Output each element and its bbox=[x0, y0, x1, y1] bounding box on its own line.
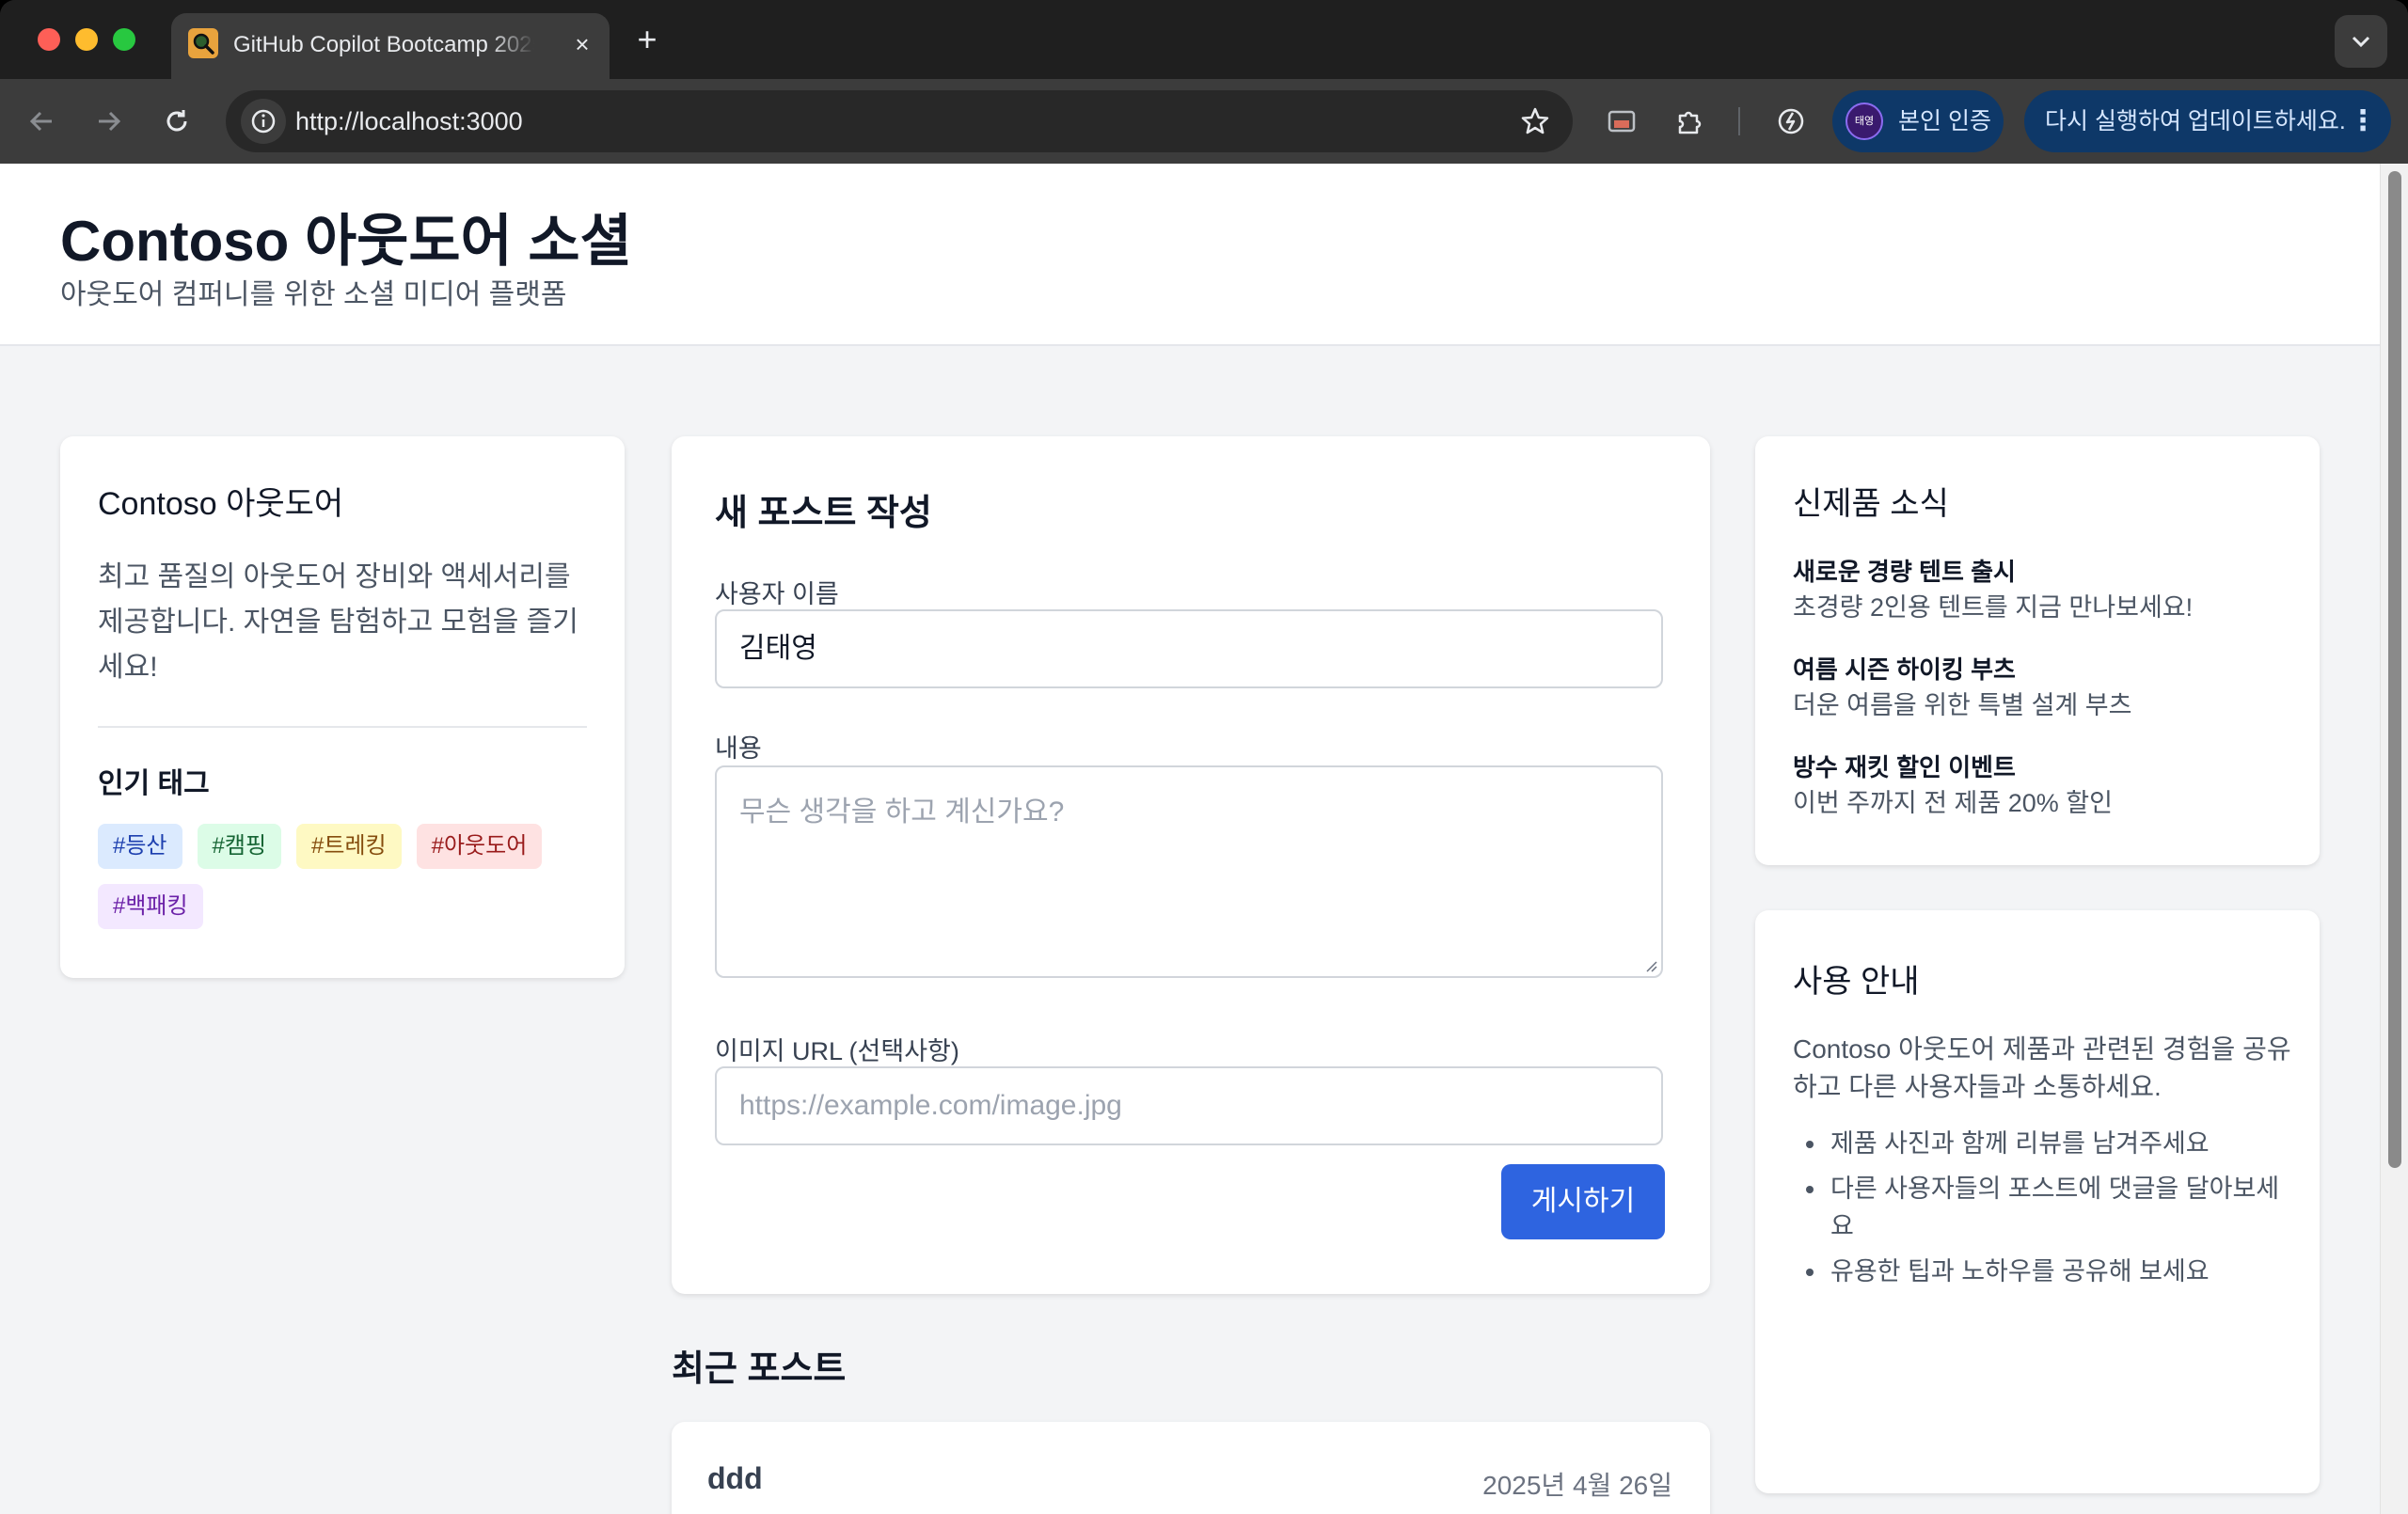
news-item-body: 더운 여름을 위한 특별 설계 부츠 bbox=[1793, 691, 2132, 719]
news-item-title: 방수 재킷 할인 이벤트 bbox=[1793, 753, 2016, 781]
chevron-down-icon[interactable] bbox=[2335, 15, 2387, 68]
username-input[interactable]: 김태영 bbox=[715, 609, 1663, 688]
toolbar-separator bbox=[1738, 107, 1740, 135]
resize-handle-icon[interactable] bbox=[1644, 959, 1657, 972]
content-textarea[interactable]: 무슨 생각을 하고 계신가요? bbox=[715, 765, 1663, 978]
star-icon[interactable] bbox=[1516, 103, 1554, 140]
scrollbar-thumb[interactable] bbox=[2388, 171, 2401, 1168]
news-item-title: 새로운 경량 텐트 출시 bbox=[1793, 558, 2016, 586]
tag-chip[interactable]: #트레킹 bbox=[296, 824, 402, 869]
tag-chip[interactable]: #백패킹 bbox=[98, 884, 203, 929]
tag-chip[interactable]: #캠핑 bbox=[197, 824, 282, 869]
browser-window: GitHub Copilot Bootcamp 2025 × + http://… bbox=[0, 0, 2408, 1514]
info-icon[interactable] bbox=[241, 99, 286, 144]
news-item-body: 이번 주까지 전 제품 20% 할인 bbox=[1793, 789, 2113, 817]
update-label: 다시 실행하여 업데이트하세요. bbox=[2045, 108, 2346, 134]
content-placeholder: 무슨 생각을 하고 계신가요? bbox=[739, 796, 1065, 828]
new-post-title: 새 포스트 작성 bbox=[715, 494, 932, 533]
recent-posts-title: 최근 포스트 bbox=[672, 1349, 847, 1389]
post-card: ddd 2025년 4월 26일 bbox=[672, 1422, 1710, 1514]
magnifier-favicon-icon bbox=[188, 28, 218, 58]
about-description: 최고 품질의 아웃도어 장비와 액세서리를 제공합니다. 자연을 탐험하고 모험… bbox=[98, 561, 578, 683]
list-item: 유용한 팁과 노하우를 공유해 보세요 bbox=[1793, 1253, 2291, 1290]
tab-title: GitHub Copilot Bootcamp 2025 bbox=[233, 32, 534, 57]
guide-card: 사용 안내 Contoso 아웃도어 제품과 관련된 경험을 공유하고 다른 사… bbox=[1755, 910, 2320, 1493]
post-username: ddd bbox=[707, 1461, 763, 1495]
tab-strip: GitHub Copilot Bootcamp 2025 × + bbox=[0, 0, 2408, 79]
news-item-body: 초경량 2인용 텐트를 지금 만나보세요! bbox=[1793, 593, 2194, 622]
divider bbox=[98, 726, 587, 728]
new-post-card: 새 포스트 작성 사용자 이름 김태영 내용 무슨 생각을 하고 계신가요? 이… bbox=[672, 436, 1710, 1294]
site-header: Contoso 아웃도어 소셜 아웃도어 컴퍼니를 위한 소셜 미디어 플랫폼 bbox=[0, 164, 2380, 346]
news-item-title: 여름 시즌 하이킹 부츠 bbox=[1793, 655, 2016, 684]
image-url-input[interactable]: https://example.com/image.jpg bbox=[715, 1066, 1663, 1145]
news-item: 여름 시즌 하이킹 부츠 더운 여름을 위한 특별 설계 부츠 bbox=[1793, 653, 2301, 750]
update-button[interactable]: 다시 실행하여 업데이트하세요. ⋮ bbox=[2024, 90, 2391, 152]
image-url-label: 이미지 URL (선택사항) bbox=[715, 1037, 959, 1065]
browser-toolbar: http://localhost:3000 태영 본인 인증 다시 실행하여 업… bbox=[0, 79, 2408, 164]
news-item: 새로운 경량 텐트 출시 초경량 2인용 텐트를 지금 만나보세요! bbox=[1793, 555, 2301, 653]
page-title: Contoso 아웃도어 소셜 bbox=[60, 210, 632, 273]
submit-post-button[interactable]: 게시하기 bbox=[1501, 1164, 1665, 1239]
popular-tags-title: 인기 태그 bbox=[98, 768, 210, 799]
forward-arrow-icon[interactable] bbox=[87, 99, 132, 144]
post-date: 2025년 4월 26일 bbox=[1482, 1471, 1672, 1500]
about-title: Contoso 아웃도어 bbox=[98, 486, 344, 522]
profile-label: 본인 인증 bbox=[1898, 108, 1991, 134]
list-item: 다른 사용자들의 포스트에 댓글을 달아보세요 bbox=[1793, 1170, 2291, 1245]
guide-list: 제품 사진과 함께 리뷰를 남겨주세요 다른 사용자들의 포스트에 댓글을 달아… bbox=[1793, 1125, 2291, 1298]
username-label: 사용자 이름 bbox=[715, 580, 839, 608]
address-bar[interactable]: http://localhost:3000 bbox=[226, 90, 1573, 152]
back-arrow-icon[interactable] bbox=[19, 99, 64, 144]
browser-tab-active[interactable]: GitHub Copilot Bootcamp 2025 × bbox=[171, 13, 610, 79]
close-icon[interactable]: × bbox=[568, 30, 596, 58]
kebab-menu-icon[interactable]: ⋮ bbox=[2344, 103, 2382, 140]
window-close-button[interactable] bbox=[38, 28, 60, 51]
guide-description: Contoso 아웃도어 제품과 관련된 경험을 공유하고 다른 사용자들과 소… bbox=[1793, 1034, 2291, 1101]
avatar: 태영 bbox=[1846, 103, 1883, 140]
reload-icon[interactable] bbox=[154, 99, 199, 144]
tag-list: #등산 #캠핑 #트레킹 #아웃도어 #백패킹 bbox=[98, 824, 587, 929]
news-list: 새로운 경량 텐트 출시 초경량 2인용 텐트를 지금 만나보세요! 여름 시즌… bbox=[1793, 555, 2301, 848]
page-viewport: Contoso 아웃도어 소셜 아웃도어 컴퍼니를 위한 소셜 미디어 플랫폼 … bbox=[0, 164, 2408, 1514]
page-scrollbar[interactable] bbox=[2380, 164, 2408, 1514]
guide-title: 사용 안내 bbox=[1793, 964, 1920, 1000]
performance-icon[interactable] bbox=[1768, 99, 1814, 144]
extension-icon[interactable] bbox=[1667, 99, 1712, 144]
cast-icon[interactable] bbox=[1599, 99, 1644, 144]
page-subtitle: 아웃도어 컴퍼니를 위한 소셜 미디어 플랫폼 bbox=[60, 279, 567, 310]
plus-icon[interactable]: + bbox=[628, 21, 666, 58]
window-minimize-button[interactable] bbox=[75, 28, 98, 51]
tag-chip[interactable]: #등산 bbox=[98, 824, 182, 869]
news-item: 방수 재킷 할인 이벤트 이번 주까지 전 제품 20% 할인 bbox=[1793, 750, 2301, 848]
address-url: http://localhost:3000 bbox=[295, 107, 523, 135]
news-card: 신제품 소식 새로운 경량 텐트 출시 초경량 2인용 텐트를 지금 만나보세요… bbox=[1755, 436, 2320, 865]
about-card: Contoso 아웃도어 최고 품질의 아웃도어 장비와 액세서리를 제공합니다… bbox=[60, 436, 625, 978]
news-title: 신제품 소식 bbox=[1793, 486, 1949, 522]
list-item: 제품 사진과 함께 리뷰를 남겨주세요 bbox=[1793, 1125, 2291, 1162]
tag-chip[interactable]: #아웃도어 bbox=[416, 824, 543, 869]
profile-verify-chip[interactable]: 태영 본인 인증 bbox=[1832, 90, 2004, 152]
window-maximize-button[interactable] bbox=[113, 28, 135, 51]
content-label: 내용 bbox=[715, 734, 762, 763]
